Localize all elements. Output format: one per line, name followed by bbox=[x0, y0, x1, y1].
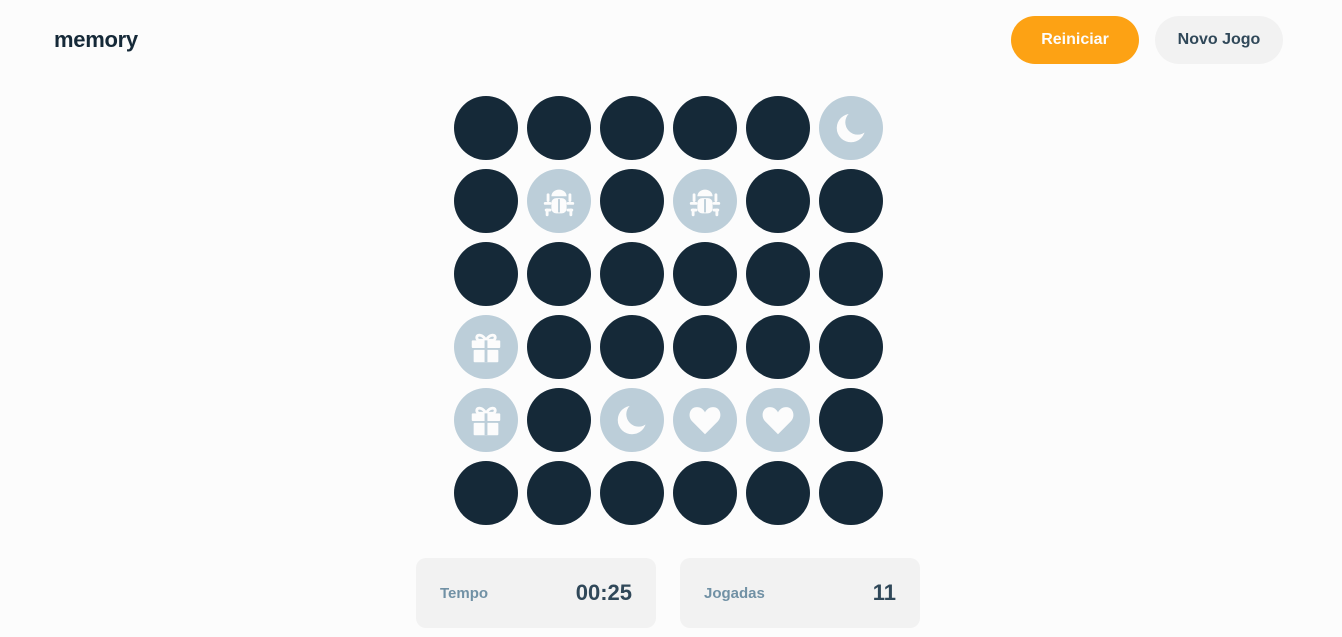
heart-icon bbox=[686, 401, 724, 439]
tile-hidden[interactable] bbox=[527, 461, 591, 525]
tile-hidden[interactable] bbox=[746, 461, 810, 525]
tile-hidden[interactable] bbox=[527, 242, 591, 306]
tile-hidden[interactable] bbox=[600, 169, 664, 233]
app-logo: memory bbox=[54, 27, 138, 52]
moves-panel: Jogadas 11 bbox=[680, 558, 920, 628]
tile-hidden[interactable] bbox=[527, 96, 591, 160]
tile-revealed-heart[interactable] bbox=[673, 388, 737, 452]
tile-hidden[interactable] bbox=[746, 169, 810, 233]
tile-revealed-bug[interactable] bbox=[673, 169, 737, 233]
time-label: Tempo bbox=[440, 584, 489, 602]
tile-hidden[interactable] bbox=[746, 96, 810, 160]
tile-hidden[interactable] bbox=[673, 315, 737, 379]
tile-hidden[interactable] bbox=[746, 315, 810, 379]
tile-hidden[interactable] bbox=[454, 96, 518, 160]
tile-hidden[interactable] bbox=[819, 461, 883, 525]
tile-hidden[interactable] bbox=[454, 169, 518, 233]
tile-hidden[interactable] bbox=[600, 315, 664, 379]
gift-icon bbox=[467, 401, 505, 439]
tile-hidden[interactable] bbox=[819, 242, 883, 306]
tile-hidden[interactable] bbox=[600, 242, 664, 306]
moves-label: Jogadas bbox=[704, 584, 765, 602]
gift-icon bbox=[467, 328, 505, 366]
tile-revealed-gift[interactable] bbox=[454, 315, 518, 379]
tile-hidden[interactable] bbox=[454, 242, 518, 306]
moon-icon bbox=[613, 401, 651, 439]
tile-hidden[interactable] bbox=[454, 461, 518, 525]
new-game-button[interactable]: Novo Jogo bbox=[1155, 16, 1283, 64]
moon-icon bbox=[832, 109, 870, 147]
tile-revealed-moon[interactable] bbox=[819, 96, 883, 160]
restart-button[interactable]: Reiniciar bbox=[1011, 16, 1139, 64]
tile-hidden[interactable] bbox=[600, 96, 664, 160]
bug-icon bbox=[686, 182, 724, 220]
tile-hidden[interactable] bbox=[673, 461, 737, 525]
time-value: 00:25 bbox=[575, 580, 632, 605]
tile-hidden[interactable] bbox=[673, 242, 737, 306]
tile-hidden[interactable] bbox=[527, 315, 591, 379]
tile-hidden[interactable] bbox=[600, 461, 664, 525]
tile-hidden[interactable] bbox=[527, 388, 591, 452]
tile-revealed-gift[interactable] bbox=[454, 388, 518, 452]
tile-hidden[interactable] bbox=[746, 242, 810, 306]
tile-revealed-heart[interactable] bbox=[746, 388, 810, 452]
tile-hidden[interactable] bbox=[819, 388, 883, 452]
tile-hidden[interactable] bbox=[819, 169, 883, 233]
heart-icon bbox=[759, 401, 797, 439]
tile-revealed-bug[interactable] bbox=[527, 169, 591, 233]
game-board bbox=[454, 96, 883, 525]
time-panel: Tempo 00:25 bbox=[416, 558, 656, 628]
tile-hidden[interactable] bbox=[819, 315, 883, 379]
moves-value: 11 bbox=[872, 580, 896, 605]
tile-revealed-moon[interactable] bbox=[600, 388, 664, 452]
tile-hidden[interactable] bbox=[673, 96, 737, 160]
bug-icon bbox=[540, 182, 578, 220]
